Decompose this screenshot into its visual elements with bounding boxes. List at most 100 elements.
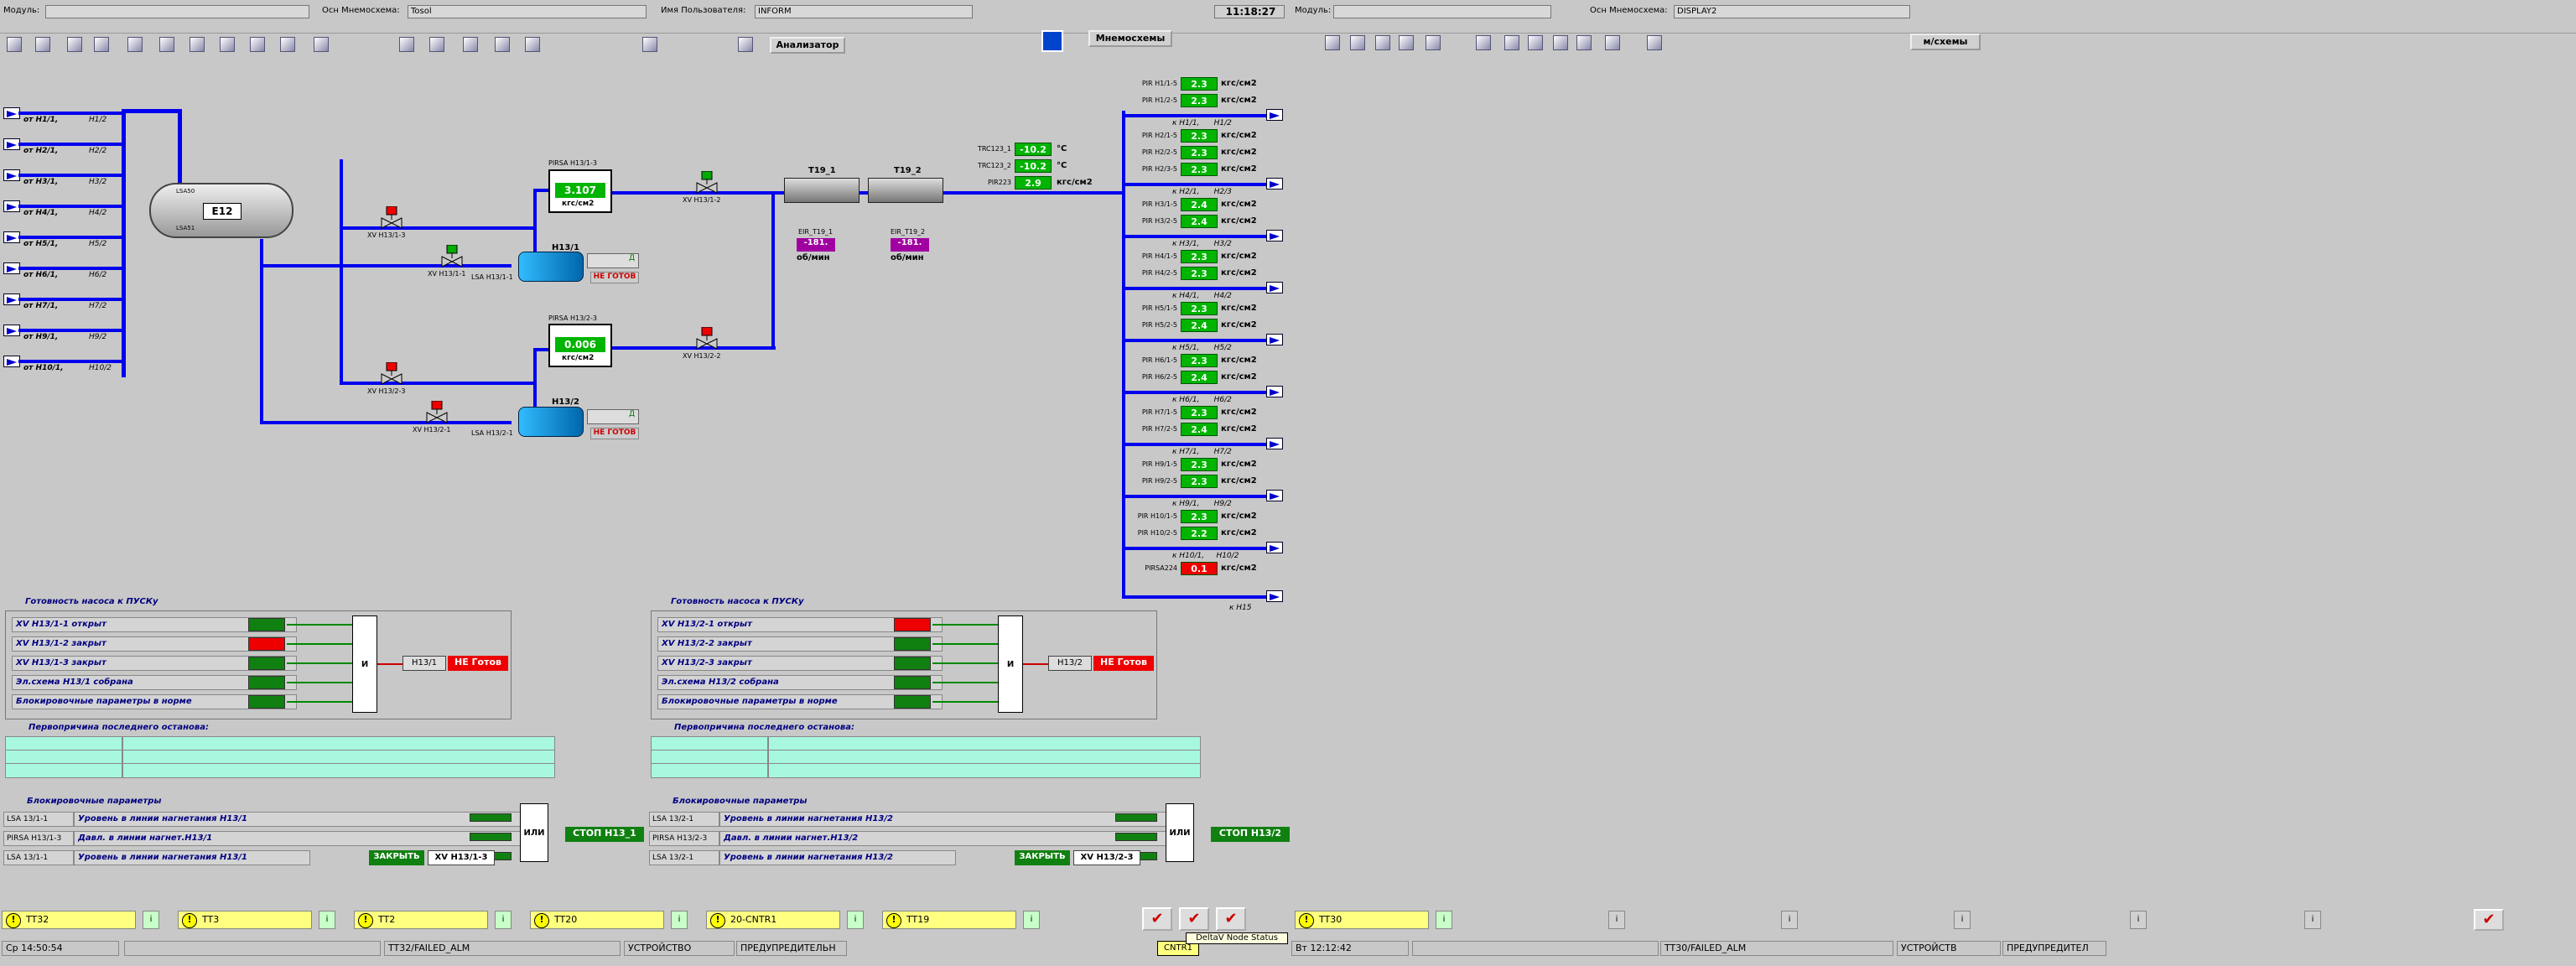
toolbar-icon[interactable]	[1647, 35, 1662, 50]
toolbar-icon[interactable]	[1504, 35, 1519, 50]
out-value[interactable]: 2.3	[1181, 163, 1218, 176]
source-arrow[interactable]	[3, 200, 20, 212]
toolbar-icon[interactable]	[35, 37, 50, 52]
out-value[interactable]: 2.4	[1181, 215, 1218, 228]
valve-xv4[interactable]	[379, 361, 404, 387]
toolbar-icon[interactable]	[1325, 35, 1340, 50]
alarm-info-icon[interactable]: i	[1781, 911, 1798, 929]
alarm-info-icon[interactable]: i	[1608, 911, 1625, 929]
out-value[interactable]: 2.3	[1181, 129, 1218, 143]
out-value[interactable]: 2.4	[1181, 198, 1218, 211]
out-value[interactable]: 2.3	[1181, 94, 1218, 107]
source-arrow[interactable]	[3, 356, 20, 367]
ack-icon[interactable]: ✔	[1216, 907, 1246, 931]
out-value[interactable]: 2.3	[1181, 267, 1218, 280]
modul-select[interactable]	[45, 5, 309, 18]
pump-h13-1[interactable]	[518, 252, 584, 282]
source-arrow[interactable]	[3, 262, 20, 274]
out-arrow[interactable]	[1266, 542, 1283, 553]
alarm-item[interactable]: 20-CNTR1	[706, 911, 840, 929]
out-value[interactable]: 2.3	[1181, 146, 1218, 159]
alarm-info-icon[interactable]: i	[1436, 911, 1452, 929]
out-arrow[interactable]	[1266, 282, 1283, 293]
alarm-item[interactable]: TT19	[882, 911, 1016, 929]
alarm-item[interactable]: TT32	[2, 911, 136, 929]
source-arrow[interactable]	[3, 107, 20, 119]
status-alm-r[interactable]: TT30/FAILED_ALM	[1660, 941, 1893, 956]
out-value[interactable]: 2.3	[1181, 354, 1218, 367]
toolbar-icon[interactable]	[250, 37, 265, 52]
toolbar-icon[interactable]	[463, 37, 478, 52]
out-value[interactable]: 2.3	[1181, 406, 1218, 419]
cooler-t19-2[interactable]	[868, 178, 943, 203]
toolbar-icon[interactable]	[495, 37, 510, 52]
modul-select-r[interactable]	[1333, 5, 1551, 18]
mnem-button[interactable]: Мнемосхемы	[1088, 30, 1172, 47]
toolbar-icon[interactable]	[1553, 35, 1568, 50]
out-arrow[interactable]	[1266, 590, 1283, 602]
toolbar-icon[interactable]	[1576, 35, 1592, 50]
close-button[interactable]: ЗАКРЫТЬ	[1015, 850, 1070, 865]
pirsa1-gauge[interactable]: 3.107 кгс/см2	[548, 169, 612, 213]
mnem-button-r[interactable]: м/схемы	[1910, 34, 1981, 50]
pump-h13-2[interactable]	[518, 407, 584, 437]
toolbar-icon[interactable]	[642, 37, 657, 52]
out-value[interactable]: 0.1	[1181, 562, 1218, 575]
cooler-t19-1[interactable]	[784, 178, 860, 203]
alarm-info-icon[interactable]: i	[495, 911, 512, 929]
alarm-item-r[interactable]: TT30	[1295, 911, 1429, 929]
vessel-e12[interactable]: Е12 LSA50 LSA51	[149, 183, 293, 238]
toolbar-icon[interactable]	[429, 37, 444, 52]
source-arrow[interactable]	[3, 231, 20, 243]
toolbar-icon[interactable]	[1528, 35, 1543, 50]
out-arrow[interactable]	[1266, 178, 1283, 190]
toolbar-icon[interactable]	[525, 37, 540, 52]
ack-icon[interactable]: ✔	[1142, 907, 1172, 931]
ack-icon[interactable]: ✔	[1179, 907, 1209, 931]
toolbar-icon[interactable]	[1399, 35, 1414, 50]
out-value[interactable]: 2.3	[1181, 475, 1218, 488]
valve-xv6[interactable]	[694, 326, 719, 352]
toolbar-icon[interactable]	[94, 37, 109, 52]
toolbar-icon[interactable]	[190, 37, 205, 52]
toolbar-icon[interactable]	[1375, 35, 1390, 50]
source-arrow[interactable]	[3, 138, 20, 150]
stop-button[interactable]: СТОП Н13/2	[1211, 827, 1290, 842]
source-arrow[interactable]	[3, 293, 20, 305]
out-value[interactable]: 2.3	[1181, 77, 1218, 91]
out-arrow[interactable]	[1266, 334, 1283, 345]
source-arrow[interactable]	[3, 325, 20, 336]
out-arrow[interactable]	[1266, 230, 1283, 242]
valve-xv2[interactable]	[439, 244, 465, 270]
toolbar-icon[interactable]	[1605, 35, 1620, 50]
on-mnem-select-r[interactable]: DISPLAY2	[1674, 5, 1910, 18]
toolbar-icon[interactable]	[127, 37, 143, 52]
out-value[interactable]: 2.4	[1181, 423, 1218, 436]
pirsa2-gauge[interactable]: 0.006 кгс/см2	[548, 324, 612, 367]
on-mnem-select[interactable]: Tosol	[408, 5, 647, 18]
toolbar-icon[interactable]	[7, 37, 22, 52]
trc-value[interactable]: 2.9	[1015, 176, 1052, 190]
toolbar-icon[interactable]	[1426, 35, 1441, 50]
deltav-icon[interactable]	[1041, 30, 1063, 52]
out-value[interactable]: 2.4	[1181, 319, 1218, 332]
analyzer-button[interactable]: Анализатор	[770, 37, 845, 54]
status-alm[interactable]: TT32/FAILED_ALM	[384, 941, 621, 956]
alarm-info-icon[interactable]: i	[1023, 911, 1040, 929]
alarm-info-icon[interactable]: i	[2304, 911, 2321, 929]
ack-icon[interactable]: ✔	[2474, 909, 2504, 931]
out-value[interactable]: 2.3	[1181, 510, 1218, 523]
valve-xv3[interactable]	[694, 170, 719, 196]
alarm-info-icon[interactable]: i	[2130, 911, 2147, 929]
toolbar-icon[interactable]	[280, 37, 295, 52]
toolbar-icon[interactable]	[1476, 35, 1491, 50]
alarm-info-icon[interactable]: i	[671, 911, 688, 929]
trc-value[interactable]: -10.2	[1015, 143, 1052, 156]
out-value[interactable]: 2.3	[1181, 458, 1218, 471]
toolbar-icon[interactable]	[67, 37, 82, 52]
out-arrow[interactable]	[1266, 109, 1283, 121]
valve-xv1[interactable]	[379, 205, 404, 231]
alarm-item[interactable]: TT2	[354, 911, 488, 929]
trc-value[interactable]: -10.2	[1015, 159, 1052, 173]
close-button[interactable]: ЗАКРЫТЬ	[369, 850, 424, 865]
